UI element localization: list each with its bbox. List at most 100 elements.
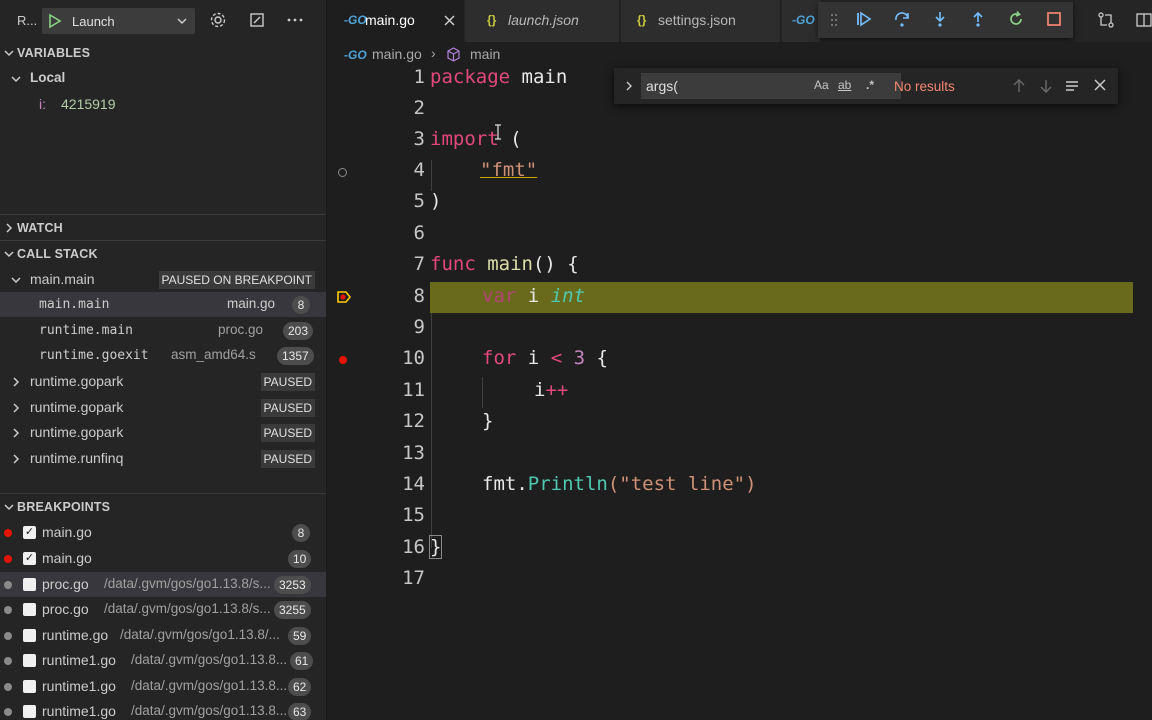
stack-frame-name: runtime.main: [39, 323, 133, 338]
goroutine-item[interactable]: runtime.gopark PAUSED: [0, 369, 326, 394]
restart-icon[interactable]: [1007, 10, 1025, 28]
breakpoint-item[interactable]: proc.go /data/.gvm/gos/go1.13.8/s... 325…: [0, 597, 326, 622]
tab-main-go[interactable]: -GO main.go: [327, 0, 464, 42]
find-in-selection-icon[interactable]: [1064, 78, 1080, 94]
find-input[interactable]: args(: [641, 73, 901, 99]
go-file-icon: -GO: [792, 13, 815, 27]
code-token: i: [534, 379, 546, 401]
gear-icon[interactable]: [209, 11, 227, 29]
code-token: Println: [527, 473, 608, 495]
stack-frame-line-badge: 203: [283, 322, 314, 340]
breakpoint-checkbox[interactable]: [23, 578, 36, 591]
start-debugging-icon[interactable]: [48, 13, 62, 29]
breakpoint-checkbox[interactable]: [23, 680, 36, 693]
split-editor-icon[interactable]: [1135, 11, 1152, 29]
stack-frame-item[interactable]: main.main main.go 8: [0, 292, 326, 317]
breakpoint-line-badge: 3255: [274, 601, 311, 619]
stack-frame-item[interactable]: runtime.main proc.go 203: [0, 318, 326, 343]
code-line: 13: [327, 439, 1152, 470]
thread-item[interactable]: main.main PAUSED ON BREAKPOINT: [0, 267, 326, 292]
tab-label: settings.json: [658, 12, 736, 28]
watch-section-header[interactable]: WATCH: [0, 216, 326, 240]
tab-settings-json[interactable]: {} settings.json: [621, 0, 781, 42]
arrow-up-icon[interactable]: [1012, 78, 1026, 94]
goroutine-item[interactable]: runtime.gopark PAUSED: [0, 420, 326, 445]
chevron-right-icon[interactable]: [623, 80, 635, 92]
stop-icon[interactable]: [1045, 10, 1063, 28]
compare-changes-icon[interactable]: [1097, 11, 1115, 29]
continue-icon[interactable]: [855, 10, 873, 28]
breakpoint-checkbox[interactable]: [23, 654, 36, 667]
code-token: <: [550, 347, 563, 369]
breakpoint-item[interactable]: runtime.go /data/.gvm/gos/go1.13.8/... 5…: [0, 623, 326, 648]
debug-console-icon[interactable]: [248, 11, 266, 29]
tab-launch-json[interactable]: {} launch.json: [465, 0, 620, 42]
find-query: args(: [646, 78, 678, 94]
breakpoint-checkbox[interactable]: [23, 603, 36, 616]
goroutine-item[interactable]: runtime.gopark PAUSED: [0, 395, 326, 420]
variables-scope-local[interactable]: Local: [0, 66, 326, 91]
arrow-down-icon[interactable]: [1039, 78, 1053, 94]
breakpoint-item[interactable]: proc.go /data/.gvm/gos/go1.13.8/s... 325…: [0, 572, 326, 597]
code-token: 3: [573, 347, 586, 369]
code-token: main: [487, 253, 533, 275]
line-number: 17: [402, 567, 425, 589]
json-file-icon: {}: [487, 13, 497, 27]
breakpoints-section-header[interactable]: BREAKPOINTS: [0, 495, 326, 519]
breakpoint-icon[interactable]: [339, 356, 347, 364]
close-icon[interactable]: [1093, 78, 1107, 92]
more-actions-icon[interactable]: [286, 11, 304, 29]
code-line: 5 ): [327, 187, 1152, 218]
breakpoint-file: runtime1.go: [42, 678, 116, 694]
breakpoint-dot-icon: [4, 708, 12, 716]
code-editor[interactable]: 1 package main 2 3 import ( 4 "fmt" 5 ) …: [327, 66, 1152, 720]
line-number: 12: [402, 410, 425, 432]
breadcrumb-symbol[interactable]: main: [470, 46, 500, 62]
close-icon[interactable]: [443, 14, 456, 27]
tab-go-file[interactable]: -GO: [782, 0, 822, 42]
step-into-icon[interactable]: [931, 10, 949, 28]
breakpoint-dot-icon: [4, 683, 12, 691]
breakpoint-path: /data/.gvm/gos/go1.13.8/s...: [104, 576, 271, 591]
call-stack-section-header[interactable]: CALL STACK: [0, 242, 326, 266]
regex-toggle[interactable]: .*: [866, 78, 874, 92]
breakpoint-checkbox[interactable]: ✓: [23, 526, 36, 539]
breakpoint-item[interactable]: ✓ main.go 8: [0, 520, 326, 545]
code-token: int: [550, 285, 586, 307]
launch-config-select[interactable]: Launch: [42, 8, 195, 34]
stack-frame-item[interactable]: runtime.goexit asm_amd64.s 1357: [0, 343, 326, 368]
symbol-cube-icon: [447, 47, 460, 62]
chevron-down-icon: [4, 50, 14, 57]
breakpoint-checkbox[interactable]: [23, 705, 36, 718]
breakpoint-line-badge: 61: [290, 652, 314, 670]
breakpoint-file: runtime.go: [42, 627, 109, 643]
match-case-toggle[interactable]: Aa: [814, 78, 829, 92]
breakpoint-item[interactable]: runtime1.go /data/.gvm/gos/go1.13.8... 6…: [0, 699, 326, 720]
code-token: "fmt": [480, 159, 538, 181]
breakpoint-item[interactable]: runtime1.go /data/.gvm/gos/go1.13.8... 6…: [0, 674, 326, 699]
breakpoint-line-badge: 63: [288, 703, 312, 720]
breakpoint-item[interactable]: ✓ main.go 10: [0, 546, 326, 571]
code-token: () {: [532, 253, 579, 275]
breakpoint-checkbox[interactable]: [23, 629, 36, 642]
breakpoint-item[interactable]: runtime1.go /data/.gvm/gos/go1.13.8... 6…: [0, 648, 326, 673]
breadcrumb-file[interactable]: main.go: [372, 46, 422, 62]
code-line: 9: [327, 313, 1152, 344]
goroutine-item[interactable]: runtime.runfinq PAUSED: [0, 446, 326, 471]
variables-section-header[interactable]: VARIABLES: [0, 41, 326, 65]
step-over-icon[interactable]: [893, 10, 911, 28]
chevron-right-icon: [13, 454, 20, 464]
step-out-icon[interactable]: [969, 10, 987, 28]
breakpoint-dot-icon: [4, 581, 12, 589]
run-view-title: R...: [17, 13, 38, 28]
chevron-right-icon: [13, 377, 20, 387]
code-line: 7 func main() {: [327, 250, 1152, 281]
whole-word-toggle[interactable]: ab: [838, 78, 851, 92]
breakpoint-checkbox[interactable]: ✓: [23, 552, 36, 565]
goroutine-name: runtime.gopark: [30, 399, 124, 415]
watch-title: WATCH: [17, 221, 63, 235]
find-results-status: No results: [894, 79, 955, 94]
drag-handle-icon[interactable]: [830, 13, 838, 27]
variable-item[interactable]: i: 4215919: [0, 92, 326, 117]
code-token: }: [482, 410, 494, 432]
